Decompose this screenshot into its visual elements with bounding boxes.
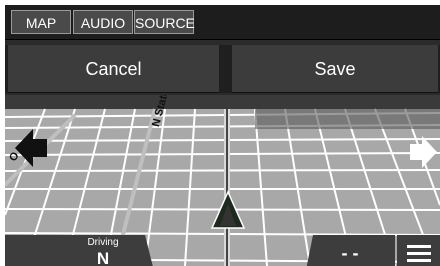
vehicle-position-icon	[210, 190, 246, 229]
status-panel: Driving N	[5, 235, 155, 266]
right-arrow-icon[interactable]	[408, 131, 438, 173]
distance-value: - -	[341, 243, 359, 263]
save-button[interactable]: Save	[232, 45, 438, 93]
action-bar: Cancel Save	[5, 45, 440, 93]
navigation-screen: MAP AUDIO SOURCE Cancel Save N State St …	[5, 5, 440, 266]
tab-source[interactable]: SOURCE	[134, 10, 195, 34]
menu-icon	[407, 245, 431, 262]
driving-mode-label: Driving	[87, 237, 119, 248]
top-tab-bar: MAP AUDIO SOURCE	[5, 5, 440, 40]
menu-button[interactable]	[397, 235, 440, 266]
tab-map[interactable]: MAP	[11, 10, 71, 34]
left-arrow-icon[interactable]	[15, 125, 49, 171]
tab-audio[interactable]: AUDIO	[73, 10, 133, 34]
distance-panel: - -	[305, 235, 395, 266]
cancel-button[interactable]: Cancel	[8, 45, 219, 93]
heading-indicator: N	[96, 249, 110, 266]
